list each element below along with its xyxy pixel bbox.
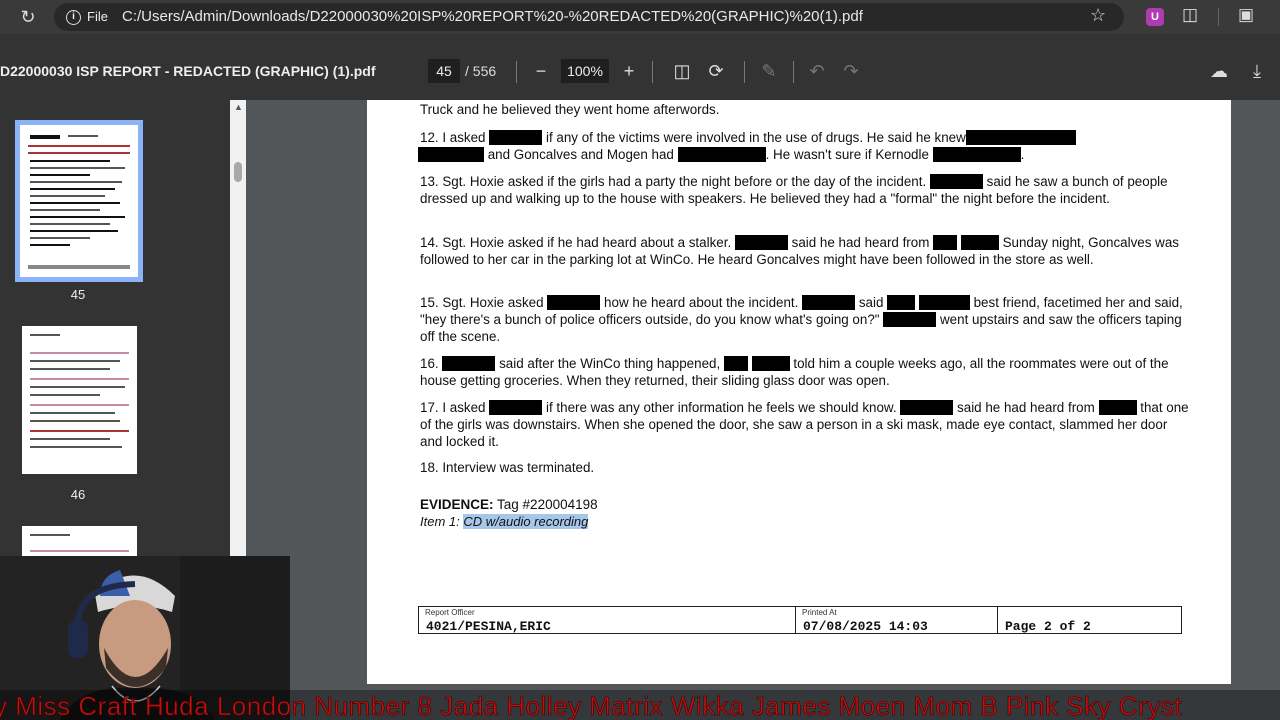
paragraph-15: 15. Sgt. Hoxie asked how he heard about … <box>420 295 1183 344</box>
zoom-in-icon[interactable]: + <box>617 59 641 83</box>
footer-printed-cell: Printed At 07/08/2025 14:03 <box>796 607 998 634</box>
fit-page-icon[interactable]: ◫ <box>670 59 694 83</box>
redaction-box <box>965 130 1076 145</box>
thumbnail-label: 46 <box>70 487 86 502</box>
redaction-box <box>677 147 766 162</box>
page-thumbnail-45[interactable] <box>15 120 143 282</box>
redaction-box <box>489 400 543 415</box>
toolbar-divider <box>793 61 794 83</box>
scrollbar-thumb[interactable] <box>234 162 242 182</box>
zoom-out-icon[interactable]: − <box>529 59 553 83</box>
url-text[interactable]: C:/Users/Admin/Downloads/D22000030%20ISP… <box>122 6 863 28</box>
page-total: / 556 <box>465 63 497 79</box>
redaction-box <box>918 295 970 310</box>
download-icon[interactable]: ⤓ <box>1245 59 1269 83</box>
redaction-box <box>883 312 937 327</box>
document-viewer: Truck and he believed they went home aft… <box>246 100 1280 720</box>
browser-toolbar: ↻ i File C:/Users/Admin/Downloads/D22000… <box>0 0 1280 34</box>
pdf-toolbar: D22000030 ISP REPORT - REDACTED (GRAPHIC… <box>0 34 1280 100</box>
zoom-input[interactable]: 100% <box>561 59 609 83</box>
redo-icon[interactable]: ↷ <box>839 59 863 83</box>
paragraph-17: 17. I asked if there was any other infor… <box>420 400 1189 449</box>
redaction-box <box>723 356 748 371</box>
redaction-box <box>1098 400 1137 415</box>
redaction-box <box>933 235 958 250</box>
draw-annotation-icon[interactable]: ✎ <box>757 59 781 83</box>
redaction-box <box>442 356 496 371</box>
paragraph-11-tail: Truck and he believed they went home aft… <box>420 102 720 117</box>
redaction-box <box>751 356 790 371</box>
extensions-puzzle-icon[interactable]: ◫ <box>1182 5 1198 25</box>
footer-officer-cell: Report Officer 4021/PESINA,ERIC <box>419 607 796 634</box>
rotate-icon[interactable]: ⟳ <box>704 59 728 83</box>
paragraph-16: 16. said after the WinCo thing happened,… <box>420 356 1169 388</box>
stream-ticker: y Miss Craft Huda London Number 8 Jada H… <box>0 690 1280 720</box>
paragraph-14: 14. Sgt. Hoxie asked if he had heard abo… <box>420 235 1179 267</box>
info-icon: i <box>66 9 81 25</box>
evidence-item: Item 1: CD w/audio recording <box>420 514 589 529</box>
bookmark-star-icon[interactable]: ☆ <box>1090 5 1106 26</box>
redaction-box <box>929 174 983 189</box>
redaction-box <box>802 295 856 310</box>
paragraph-12: 12. I asked if any of the victims were i… <box>418 129 1190 163</box>
redaction-box <box>547 295 601 310</box>
reload-icon[interactable]: ↻ <box>16 6 40 28</box>
redaction-box <box>960 235 999 250</box>
evidence-tag: Tag #220004198 <box>497 497 598 512</box>
google-lens-icon[interactable]: ▣ <box>1238 5 1254 25</box>
footer-page-cell: Page 2 of 2 <box>1005 619 1091 634</box>
toolbar-divider <box>1218 8 1219 26</box>
toolbar-divider <box>652 61 653 83</box>
scroll-up-icon[interactable]: ▲ <box>234 102 243 112</box>
item-label: Item 1: <box>420 514 460 529</box>
undo-icon[interactable]: ↶ <box>805 59 829 83</box>
redaction-box <box>900 400 954 415</box>
page-thumbnail-46[interactable] <box>22 326 137 474</box>
redaction-box <box>932 147 1021 162</box>
site-info-chip[interactable]: i File <box>66 6 108 28</box>
redaction-box <box>734 235 788 250</box>
evidence-label: EVIDENCE: <box>420 497 494 512</box>
redaction-box <box>489 130 543 145</box>
redaction-box <box>887 295 916 310</box>
paragraph-13: 13. Sgt. Hoxie asked if the girls had a … <box>420 174 1168 206</box>
save-to-drive-icon[interactable]: ☁ <box>1207 59 1231 83</box>
report-footer: Report Officer 4021/PESINA,ERIC Printed … <box>418 606 1182 634</box>
toolbar-divider <box>516 61 517 83</box>
paragraph-18: 18. Interview was terminated. <box>420 460 595 475</box>
thumbnail-label: 45 <box>70 287 86 302</box>
toolbar-divider <box>744 61 745 83</box>
evidence-line: EVIDENCE: Tag #220004198 <box>420 497 598 512</box>
ticker-text: y Miss Craft Huda London Number 8 Jada H… <box>0 691 1182 720</box>
selected-text[interactable]: CD w/audio recording <box>463 514 589 529</box>
page-number-input[interactable]: 45 <box>428 59 460 83</box>
sidebar-scrollbar[interactable]: ▲ <box>230 100 246 560</box>
document-title: D22000030 ISP REPORT - REDACTED (GRAPHIC… <box>0 63 376 79</box>
extension-badge-icon[interactable]: U <box>1146 8 1164 26</box>
file-chip-label: File <box>87 9 108 24</box>
redaction-box <box>418 147 484 162</box>
pdf-page: Truck and he believed they went home aft… <box>367 100 1231 684</box>
